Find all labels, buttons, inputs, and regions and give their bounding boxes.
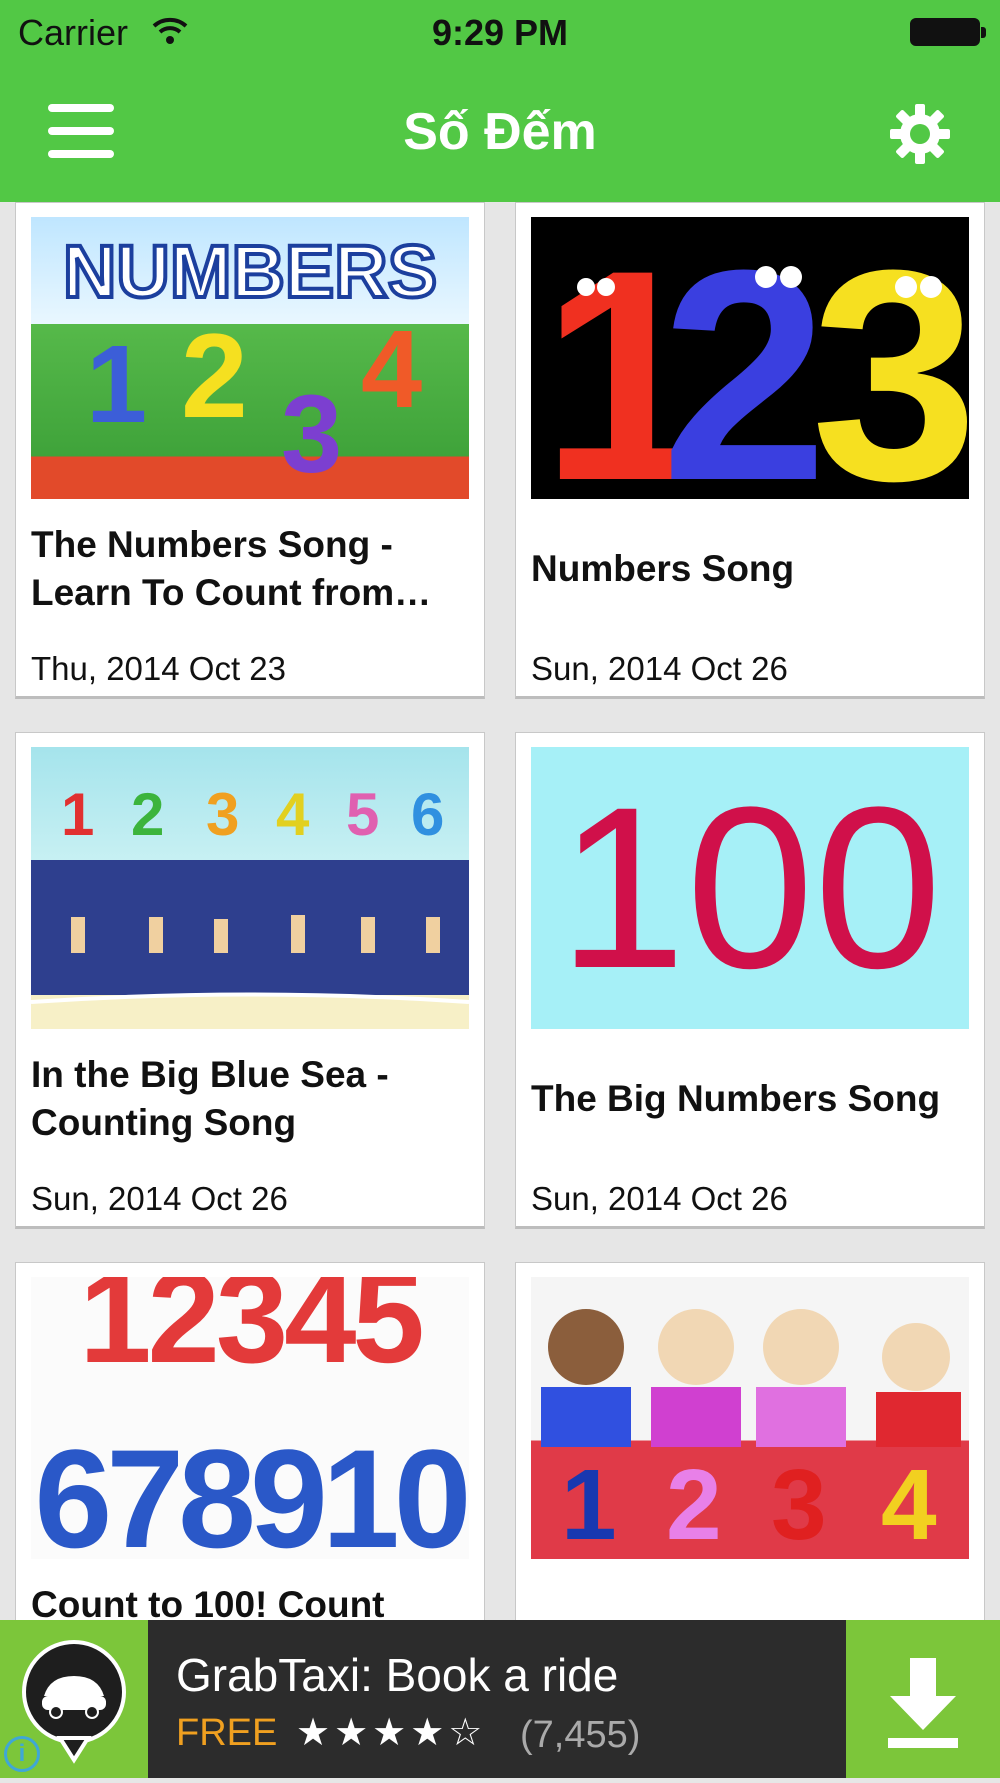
thumb-digit: 4 xyxy=(881,1449,937,1559)
thumb-digit: 3 xyxy=(811,217,969,499)
video-card[interactable]: 1 2 3 4 xyxy=(515,1262,985,1620)
thumb-number: 12345 xyxy=(79,1277,421,1390)
thumb-digit: 4 xyxy=(276,781,310,848)
video-date: Thu, 2014 Oct 23 xyxy=(31,650,286,687)
video-title: The Big Numbers Song xyxy=(531,1078,941,1119)
video-date: Sun, 2014 Oct 26 xyxy=(31,1180,288,1217)
settings-gear-icon[interactable] xyxy=(890,104,950,164)
thumb-digit: 6 xyxy=(411,781,444,848)
video-thumbnail: 100 xyxy=(531,747,969,1029)
video-thumbnail: NUMBERS 1 2 3 4 xyxy=(31,217,469,499)
video-title: Count to 100! Count xyxy=(31,1584,385,1620)
thumb-number: 100 xyxy=(558,759,942,1016)
video-card[interactable]: 12345 678910 Count to 100! Count xyxy=(15,1262,485,1620)
video-card[interactable]: 1 2 3 4 5 6 In the Big Blue Sea - Counti… xyxy=(15,732,485,1229)
download-arrow-icon xyxy=(888,1658,958,1748)
thumb-digit: 2 xyxy=(661,217,828,499)
thumb-digit: 5 xyxy=(346,781,379,848)
playdough-numbers-image: 12345 678910 xyxy=(34,1277,469,1559)
video-title: In the Big Blue Sea - xyxy=(31,1054,389,1095)
thumb-heading: NUMBERS xyxy=(63,230,437,313)
video-title: Counting Song xyxy=(31,1102,297,1143)
numbers-cartoon-image: NUMBERS 1 2 3 4 xyxy=(61,228,439,496)
video-date: Sun, 2014 Oct 26 xyxy=(531,1180,788,1217)
video-thumbnail: 1 2 3 4 xyxy=(531,1277,969,1559)
ad-rating-stars: ★★★★☆ xyxy=(296,1712,487,1754)
ad-banner[interactable]: i GrabTaxi: Book a ride FREE ★★★★☆ (7,45… xyxy=(0,1620,1000,1778)
thumb-digit: 2 xyxy=(181,309,248,443)
video-thumbnail: 1 2 3 4 5 6 xyxy=(31,747,469,1029)
thumb-digit: 1 xyxy=(561,1449,617,1559)
download-button[interactable] xyxy=(846,1620,1000,1778)
ad-info-icon[interactable]: i xyxy=(4,1736,40,1772)
battery-icon xyxy=(910,18,986,46)
thumb-digit: 2 xyxy=(666,1449,722,1559)
blue-sea-image: 1 2 3 4 5 6 xyxy=(31,781,469,1004)
ad-rating-count: (7,455) xyxy=(520,1714,641,1756)
video-card[interactable]: NUMBERS 1 2 3 4 The Numbers Song - Learn… xyxy=(15,202,485,699)
clock: 9:29 PM xyxy=(431,12,569,53)
video-grid: NUMBERS 1 2 3 4 The Numbers Song - Learn… xyxy=(0,202,1000,1620)
kids-counting-image: 1 2 3 4 xyxy=(541,1309,961,1559)
video-thumbnail: 12345 678910 xyxy=(31,1277,469,1559)
status-bar: Carrier 9:29 PM xyxy=(0,0,1000,64)
nav-bar: Số Đếm xyxy=(0,64,1000,202)
video-title: Numbers Song xyxy=(531,548,795,589)
ad-price: FREE xyxy=(176,1712,278,1754)
video-thumbnail: 1 2 3 xyxy=(531,217,969,499)
video-card[interactable]: 100 The Big Numbers Song Sun, 2014 Oct 2… xyxy=(515,732,985,1229)
page-title: Số Đếm xyxy=(403,103,597,161)
thumb-digit: 1 xyxy=(86,323,147,446)
thumb-digit: 3 xyxy=(281,373,342,496)
video-title: The Numbers Song - xyxy=(31,524,393,565)
thumb-digit: 2 xyxy=(131,781,164,848)
thumb-digit: 3 xyxy=(771,1449,827,1559)
numbers-123-image: 1 2 3 xyxy=(541,217,969,499)
thumb-digit: 4 xyxy=(361,308,422,431)
video-date: Sun, 2014 Oct 26 xyxy=(531,650,788,687)
thumb-number: 678910 xyxy=(34,1420,466,1559)
video-title: Learn To Count from… xyxy=(31,572,432,613)
thumb-digit: 3 xyxy=(206,781,239,848)
thumb-digit: 1 xyxy=(61,781,94,848)
ad-title: GrabTaxi: Book a ride xyxy=(176,1649,619,1701)
hundred-image: 100 xyxy=(558,759,942,1016)
video-card[interactable]: 1 2 3 Numbers Song Sun, 2014 Oct 26 xyxy=(515,202,985,699)
